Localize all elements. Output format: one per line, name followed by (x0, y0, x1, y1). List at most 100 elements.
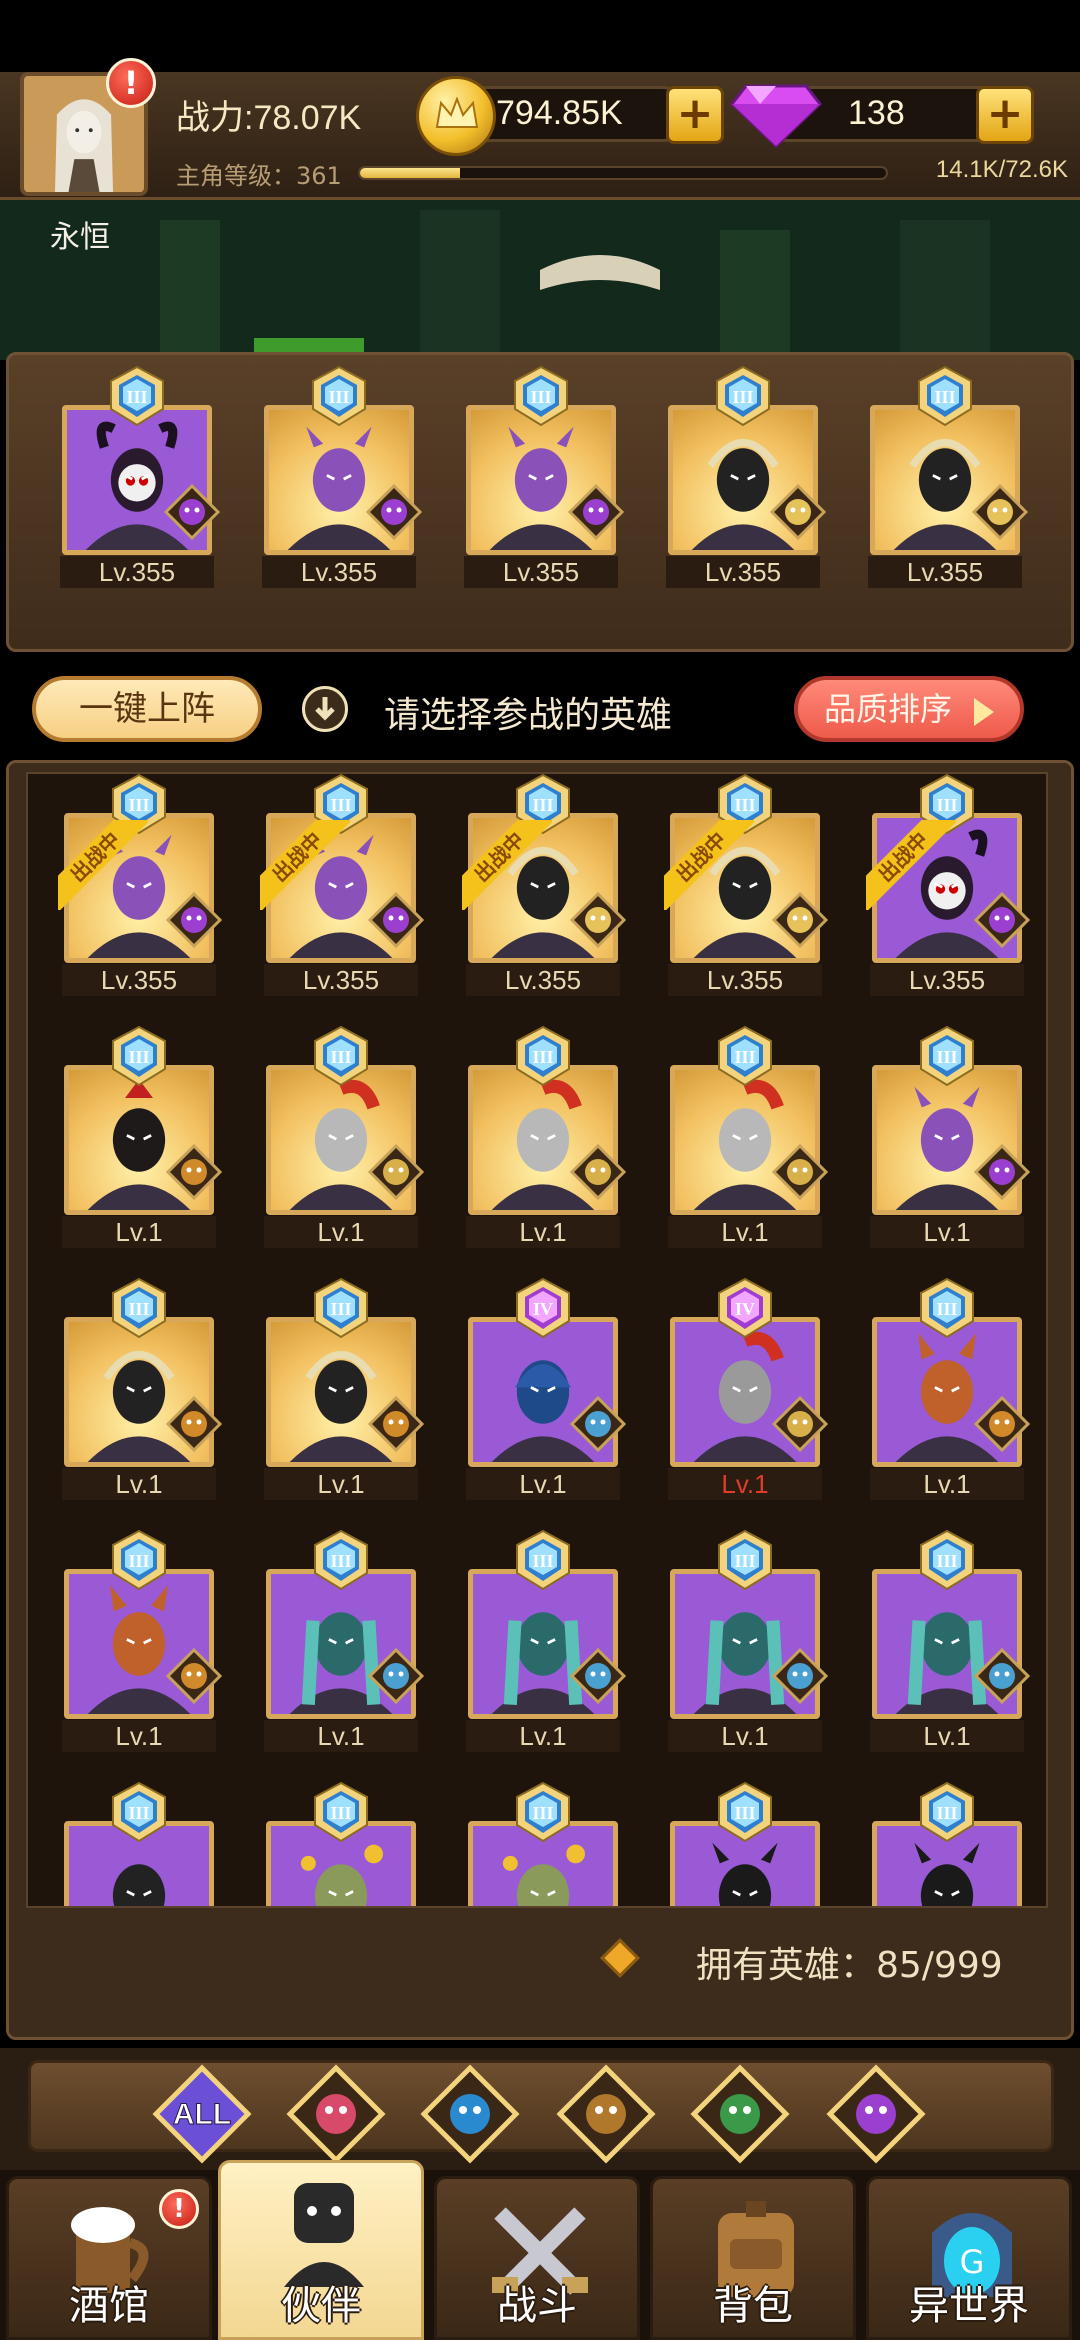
demon-faction-icon (567, 483, 625, 541)
rank-badge-icon: III (311, 1025, 371, 1087)
all-filter-icon[interactable]: ALL (152, 2064, 252, 2164)
rank-badge-icon: III (109, 1529, 169, 1591)
hero-card[interactable]: III Lv.1 (256, 1272, 426, 1502)
hero-card[interactable]: III 出战中 Lv.355 (54, 774, 224, 998)
hero-card[interactable]: III Lv.1 (458, 1524, 628, 1754)
rank-badge-icon: IV (715, 1277, 775, 1339)
hero-card[interactable]: III 出战中 Lv.355 (256, 774, 426, 998)
hero-level: Lv.1 (466, 1216, 620, 1248)
hero-level: Lv.355 (60, 556, 214, 588)
hero-card[interactable]: IV Lv.1 (660, 1272, 830, 1502)
hero-level-label: 主角等级：361 (176, 162, 342, 190)
rank-badge-icon: III (511, 365, 571, 427)
svg-text:III: III (532, 1047, 553, 1067)
elf-faction-icon[interactable] (690, 2064, 790, 2164)
hero-card[interactable]: III Lv.1 (54, 1524, 224, 1754)
fish-faction-icon[interactable] (420, 2064, 520, 2164)
nav-tab-backpack[interactable]: 背包 (650, 2176, 856, 2340)
svg-text:III: III (532, 795, 553, 815)
svg-text:III: III (128, 1803, 149, 1823)
add-gem-button[interactable]: + (976, 86, 1034, 144)
hero-level: Lv.1 (668, 1720, 822, 1752)
nav-label: 酒馆 (69, 2283, 149, 2329)
elf-faction-icon (569, 891, 627, 949)
hero-card[interactable]: III (54, 1776, 224, 1906)
hero-card[interactable]: III Lv.1 (660, 1524, 830, 1754)
hero-level: Lv.355 (666, 556, 820, 588)
hero-card[interactable]: IV Lv.1 (458, 1272, 628, 1502)
forest-background-icon (0, 200, 1080, 360)
svg-text:III: III (734, 1551, 755, 1571)
add-gold-button[interactable]: + (666, 86, 724, 144)
deployed-ribbon: 出战中 (58, 820, 148, 910)
hero-card[interactable]: III Lv.1 (862, 1524, 1032, 1754)
rank-badge-icon: III (915, 365, 975, 427)
nav-tab-tavern[interactable]: 酒馆! (6, 2176, 212, 2340)
demon-faction-icon (165, 891, 223, 949)
hero-card[interactable]: III (660, 1776, 830, 1906)
deployed-ribbon: 出战中 (866, 820, 956, 910)
human-faction-icon[interactable] (286, 2064, 386, 2164)
hero-level: Lv.355 (466, 964, 620, 996)
demon-faction-icon (973, 891, 1031, 949)
rank-badge-icon: III (109, 1781, 169, 1843)
combat-power: 战力:78.07K (176, 99, 362, 137)
hero-card[interactable]: III Lv.355 (254, 360, 424, 590)
hero-card[interactable]: III 出战中 Lv.355 (458, 774, 628, 998)
nav-tab-partner[interactable]: 伙伴 (218, 2160, 424, 2340)
hero-card[interactable]: III Lv.355 (860, 360, 1030, 590)
one-key-deploy-button[interactable]: 一键上阵 (32, 676, 262, 742)
hero-card[interactable]: III Lv.355 (52, 360, 222, 590)
nav-tab-battle[interactable]: 战斗 (434, 2176, 640, 2340)
svg-text:III: III (734, 795, 755, 815)
hero-level: Lv.1 (62, 1468, 216, 1500)
hero-card[interactable]: III 出战中 Lv.355 (660, 774, 830, 998)
rank-badge-icon: III (917, 1781, 977, 1843)
hero-card[interactable]: III (862, 1776, 1032, 1906)
hero-card[interactable]: III Lv.355 (658, 360, 828, 590)
gem-icon (730, 84, 822, 148)
elf-faction-icon (771, 891, 829, 949)
elf-faction-icon (769, 483, 827, 541)
hero-level: Lv.1 (870, 1468, 1024, 1500)
hero-card[interactable]: III 出战中 Lv.355 (862, 774, 1032, 998)
hero-card[interactable]: III Lv.1 (256, 1524, 426, 1754)
hero-card[interactable]: III Lv.1 (862, 1272, 1032, 1502)
deployed-ribbon-label: 出战中 (462, 820, 552, 910)
hero-card[interactable]: III Lv.1 (54, 1020, 224, 1250)
deployed-ribbon-label: 出战中 (58, 820, 148, 910)
quality-sort-label: 品质排序 (824, 690, 953, 728)
nav-tab-otherworld[interactable]: G 异世界 (866, 2176, 1072, 2340)
fish-faction-icon (771, 1647, 829, 1705)
hero-card[interactable]: III Lv.355 (456, 360, 626, 590)
hero-roster-grid[interactable]: III 出战中 Lv.355 III 出战中 Lv.355 III 出战中 Lv.355 III 出… (26, 772, 1048, 1908)
svg-text:III: III (328, 387, 349, 407)
rank-badge-icon: IV (513, 1277, 573, 1339)
quality-sort-button[interactable]: 品质排序 (794, 676, 1024, 742)
hero-level: Lv.355 (62, 964, 216, 996)
fish-faction-icon (973, 1647, 1031, 1705)
hero-card[interactable]: III (256, 1776, 426, 1906)
gem-amount: 138 (848, 94, 905, 132)
nav-label: 背包 (713, 2283, 793, 2329)
svg-text:III: III (936, 795, 957, 815)
svg-text:III: III (330, 1803, 351, 1823)
hero-card[interactable]: III Lv.1 (54, 1272, 224, 1502)
hero-card[interactable]: III Lv.1 (458, 1020, 628, 1250)
demon-faction-icon[interactable] (826, 2064, 926, 2164)
beast-faction-icon[interactable] (556, 2064, 656, 2164)
nav-label: 异世界 (909, 2283, 1029, 2329)
play-arrow-icon (974, 698, 994, 726)
exp-text: 14.1K/72.6K (935, 156, 1068, 183)
hero-card[interactable]: III Lv.1 (660, 1020, 830, 1250)
hero-level: Lv.1 (62, 1216, 216, 1248)
hero-level: Lv.1 (466, 1720, 620, 1752)
svg-text:IV: IV (735, 1299, 755, 1319)
hero-level: Lv.1 (668, 1216, 822, 1248)
select-hero-hint: 请选择参战的英雄 (384, 695, 673, 736)
hero-card[interactable]: III Lv.1 (862, 1020, 1032, 1250)
hero-card[interactable]: III Lv.1 (256, 1020, 426, 1250)
hero-level: Lv.355 (668, 964, 822, 996)
hero-card[interactable]: III (458, 1776, 628, 1906)
rank-badge-icon: III (311, 1781, 371, 1843)
